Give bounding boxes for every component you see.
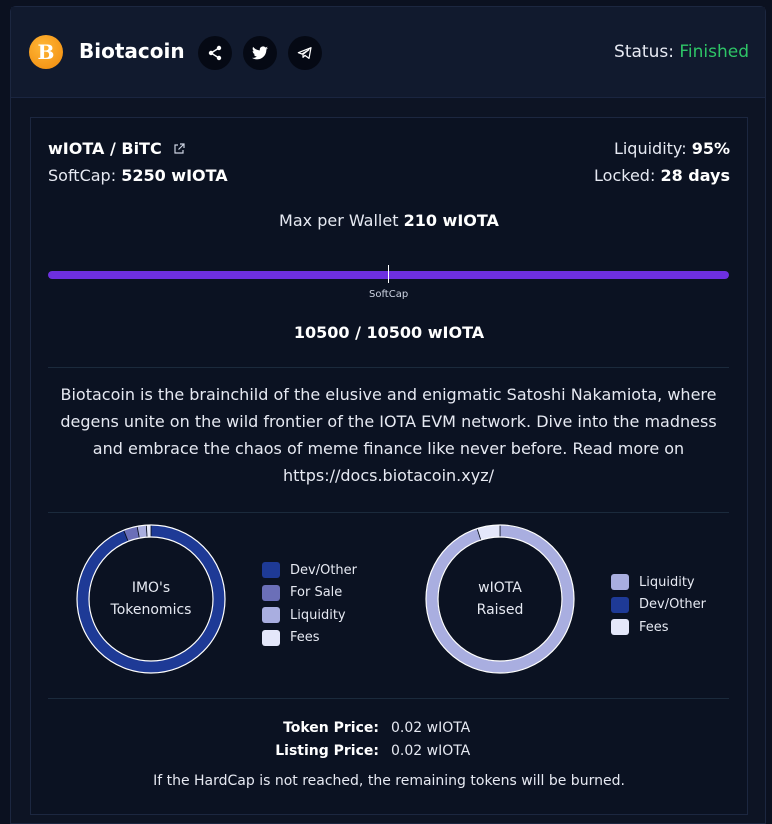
legend-label: Liquidity — [290, 607, 346, 623]
hardcap-note: If the HardCap is not reached, the remai… — [153, 773, 625, 789]
raised-chart-label: wIOTA Raised — [425, 524, 575, 674]
tokenomics-legend-item[interactable]: For Sale — [262, 582, 357, 605]
listing-price-row: Listing Price: 0.02 wIOTA — [31, 739, 747, 762]
liquidity-info: Liquidity: 95% — [614, 139, 730, 158]
share-icon[interactable] — [198, 36, 232, 70]
tokenomics-legend-item[interactable]: Dev/Other — [262, 559, 357, 582]
legend-label: Liquidity — [639, 574, 695, 590]
legend-swatch — [611, 619, 629, 636]
raised-amount: 10500 / 10500 wIOTA — [293, 323, 485, 342]
liquidity-value: 95% — [691, 139, 730, 158]
project-header: B Biotacoin Status: Finished — [11, 7, 765, 98]
raised-legend-item[interactable]: Dev/Other — [611, 594, 706, 617]
listing-price-label: Listing Price: — [275, 742, 379, 759]
twitter-icon[interactable] — [243, 36, 277, 70]
legend-label: Dev/Other — [639, 597, 706, 613]
raised-label-line2: Raised — [476, 602, 524, 618]
status-label: Status: — [614, 42, 674, 62]
max-wallet-label: Max per Wallet — [279, 211, 399, 230]
tokenomics-label-line1: IMO's — [131, 580, 171, 596]
legend-label: Fees — [639, 619, 669, 635]
raised-legend-item[interactable]: Liquidity — [611, 571, 706, 594]
tokenomics-label-line2: Tokenomics — [110, 602, 192, 618]
legend-swatch — [262, 607, 280, 624]
token-pair[interactable]: wIOTA / BiTC — [48, 139, 185, 158]
softcap-info: SoftCap: 5250 wIOTA — [48, 166, 228, 185]
divider — [48, 367, 729, 368]
biotacoin-logo: B — [29, 35, 63, 69]
tokenomics-legend-item[interactable]: Fees — [262, 627, 357, 650]
token-price-row: Token Price: 0.02 wIOTA — [31, 716, 747, 739]
legend-swatch — [262, 629, 280, 646]
softcap-value: 5250 wIOTA — [121, 166, 228, 185]
legend-label: For Sale — [290, 585, 343, 601]
tokenomics-legend-item[interactable]: Liquidity — [262, 604, 357, 627]
token-price-value: 0.02 wIOTA — [391, 719, 471, 736]
legend-swatch — [262, 584, 280, 601]
token-pair-label: wIOTA / BiTC — [48, 139, 162, 158]
legend-label: Fees — [290, 630, 320, 646]
price-info: Token Price: 0.02 wIOTA Listing Price: 0… — [31, 716, 747, 762]
project-title: Biotacoin — [79, 39, 185, 63]
tokenomics-chart-label: IMO's Tokenomics — [76, 524, 226, 674]
softcap-marker-label: SoftCap — [369, 289, 409, 300]
project-description: Biotacoin is the brainchild of the elusi… — [60, 385, 717, 485]
legend-label: Dev/Other — [290, 562, 357, 578]
divider — [48, 512, 729, 513]
softcap-marker — [388, 265, 389, 283]
softcap-label: SoftCap: — [48, 166, 117, 185]
raised-legend: Liquidity Dev/Other Fees — [611, 571, 706, 639]
sale-details-card: wIOTA / BiTC SoftCap: 5250 wIOTA Liquidi… — [30, 117, 748, 815]
status-badge: Finished — [679, 42, 749, 62]
locked-value: 28 days — [660, 166, 730, 185]
project-panel: B Biotacoin Status: Finished wIOTA / BiT… — [10, 6, 766, 824]
max-wallet-value: 210 wIOTA — [403, 211, 499, 230]
raised-legend-item[interactable]: Fees — [611, 616, 706, 639]
max-per-wallet: Max per Wallet 210 wIOTA — [31, 211, 747, 230]
raised-label-line1: wIOTA — [478, 580, 522, 596]
liquidity-label: Liquidity: — [613, 139, 687, 158]
legend-swatch — [611, 596, 629, 613]
listing-price-value: 0.02 wIOTA — [391, 742, 471, 759]
token-price-label: Token Price: — [283, 719, 379, 736]
sale-status: Status: Finished — [614, 42, 749, 62]
locked-label: Locked: — [594, 166, 656, 185]
divider — [48, 698, 729, 699]
legend-swatch — [611, 574, 629, 591]
external-link-icon[interactable] — [173, 143, 185, 155]
locked-info: Locked: 28 days — [594, 166, 730, 185]
tokenomics-legend: Dev/Other For Sale Liquidity Fees — [262, 559, 357, 649]
telegram-icon[interactable] — [288, 36, 322, 70]
legend-swatch — [262, 562, 280, 579]
